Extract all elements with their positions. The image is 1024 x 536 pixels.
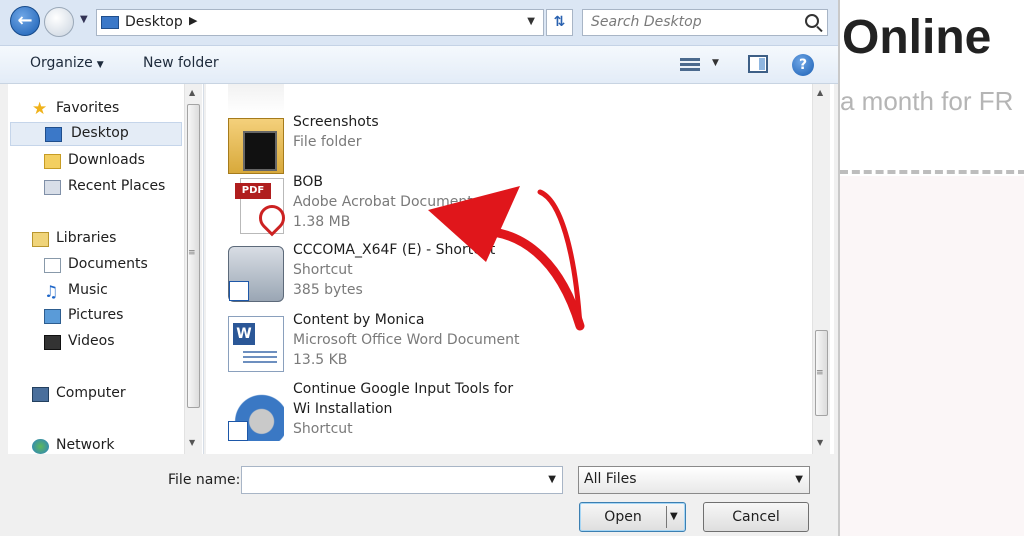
open-button-label: Open [604, 509, 642, 525]
preview-pane-icon[interactable] [748, 55, 768, 73]
word-document-icon [228, 316, 284, 372]
computer-icon [32, 387, 49, 402]
drive-shortcut-icon [228, 246, 284, 302]
new-folder-button[interactable]: New folder [143, 55, 219, 71]
file-item-content-by-monica[interactable]: Content by Monica Microsoft Office Word … [226, 312, 786, 376]
desktop-icon [45, 127, 62, 142]
back-arrow-icon: ← [17, 10, 33, 31]
view-options-dropdown-icon[interactable]: ▼ [712, 58, 719, 68]
background-subtext: a month for FR [840, 86, 1014, 116]
file-item-cccoma-shortcut[interactable]: CCCOMA_X64F (E) - Shortcut Shortcut 385 … [226, 242, 786, 306]
nav-item-desktop[interactable]: Desktop [10, 122, 182, 146]
file-name: CCCOMA_X64F (E) - Shortcut [293, 242, 496, 258]
pictures-icon [44, 309, 61, 324]
desktop-icon [101, 16, 119, 29]
file-type: Shortcut [293, 421, 353, 437]
music-icon: ♫ [44, 282, 59, 301]
back-button[interactable]: ← [10, 6, 40, 36]
file-list-scrollbar[interactable]: ▲ ≡ ▼ [812, 84, 830, 454]
chevron-down-icon[interactable]: ▼ [548, 474, 556, 485]
file-name-input[interactable] [246, 468, 536, 492]
breadcrumb-desktop[interactable]: Desktop [125, 14, 183, 30]
navigation-scrollbar[interactable]: ▲ ≡ ▼ [184, 84, 202, 454]
file-name: Continue Google Input Tools for [293, 381, 514, 397]
file-size: 1.38 MB [293, 214, 351, 230]
open-file-dialog: ← ▼ Desktop ▶ ▼ ⇅ Organize▼ New folder ▼… [0, 0, 838, 536]
refresh-icon: ⇅ [553, 14, 566, 30]
file-type: Microsoft Office Word Document [293, 332, 520, 348]
address-dropdown-icon[interactable]: ▼ [527, 16, 535, 27]
star-icon: ★ [32, 99, 48, 119]
open-options-dropdown-icon[interactable]: ▼ [670, 503, 678, 531]
file-item-partial-top[interactable] [226, 84, 786, 114]
recent-locations-dropdown-icon[interactable]: ▼ [80, 14, 88, 25]
background-dashed-divider [840, 170, 1024, 174]
change-view-icon[interactable] [680, 56, 700, 74]
downloads-folder-icon [44, 154, 61, 169]
file-name: BOB [293, 174, 323, 190]
dialog-footer: File name: ▼ All Files ▼ Open ▼ Cancel [0, 454, 838, 536]
file-name-combobox[interactable]: ▼ [241, 466, 563, 494]
partial-file-icon [228, 84, 284, 114]
search-input[interactable] [591, 14, 791, 30]
videos-icon [44, 335, 61, 350]
file-name: Screenshots [293, 114, 379, 130]
organize-label: Organize [30, 55, 93, 71]
background-heading: Online [842, 11, 992, 64]
breadcrumb-chevron-icon[interactable]: ▶ [189, 14, 197, 27]
file-type: Shortcut [293, 262, 353, 278]
file-type-filter-value: All Files [584, 471, 637, 487]
network-icon [32, 439, 49, 454]
address-bar[interactable]: Desktop ▶ ▼ [96, 9, 544, 36]
scroll-grip-icon: ≡ [816, 368, 824, 378]
file-item-bob[interactable]: BOB Adobe Acrobat Document 1.38 MB [226, 174, 786, 238]
file-type: File folder [293, 134, 362, 150]
organize-button[interactable]: Organize ▼ [30, 55, 104, 71]
file-size: 13.5 KB [293, 352, 348, 368]
navigation-pane: ★ Favorites Desktop Downloads Recent Pla… [8, 84, 204, 454]
scroll-down-arrow-icon[interactable]: ▼ [817, 438, 823, 447]
folder-icon [228, 118, 284, 174]
file-name: Content by Monica [293, 312, 425, 328]
scroll-down-arrow-icon[interactable]: ▼ [189, 438, 195, 447]
libraries-icon [32, 232, 49, 247]
scroll-grip-icon: ≡ [188, 248, 196, 258]
command-toolbar: Organize ▼ New folder ▼ ? [0, 46, 838, 84]
split-divider [666, 506, 667, 528]
refresh-button[interactable]: ⇅ [546, 9, 573, 36]
background-card [840, 176, 1024, 536]
chevron-down-icon: ▼ [96, 60, 104, 70]
pdf-icon [235, 178, 284, 234]
background-webpage: Online a month for FR [838, 0, 1024, 536]
file-name-label: File name: [168, 472, 241, 488]
file-type-filter-select[interactable]: All Files ▼ [578, 466, 810, 494]
scroll-up-arrow-icon[interactable]: ▲ [817, 88, 823, 97]
file-list: Screenshots File folder BOB Adobe Acroba… [206, 84, 834, 454]
address-row: ← ▼ Desktop ▶ ▼ ⇅ [0, 0, 838, 46]
recent-places-icon [44, 180, 61, 195]
cancel-button[interactable]: Cancel [703, 502, 809, 532]
file-item-screenshots[interactable]: Screenshots File folder [226, 114, 786, 178]
open-button[interactable]: Open ▼ [579, 502, 686, 532]
search-box[interactable] [582, 9, 828, 36]
file-item-google-input-tools[interactable]: Continue Google Input Tools for Wi Insta… [226, 381, 786, 445]
chevron-down-icon: ▼ [795, 474, 803, 485]
file-size: 385 bytes [293, 282, 363, 298]
forward-button[interactable] [44, 7, 74, 37]
search-icon[interactable] [805, 14, 819, 28]
help-icon[interactable]: ? [792, 54, 814, 76]
file-name-line2: Wi Installation [293, 401, 393, 417]
installer-shortcut-icon [228, 385, 284, 441]
file-type: Adobe Acrobat Document [293, 194, 473, 210]
documents-icon [44, 258, 61, 273]
scroll-up-arrow-icon[interactable]: ▲ [189, 88, 195, 97]
